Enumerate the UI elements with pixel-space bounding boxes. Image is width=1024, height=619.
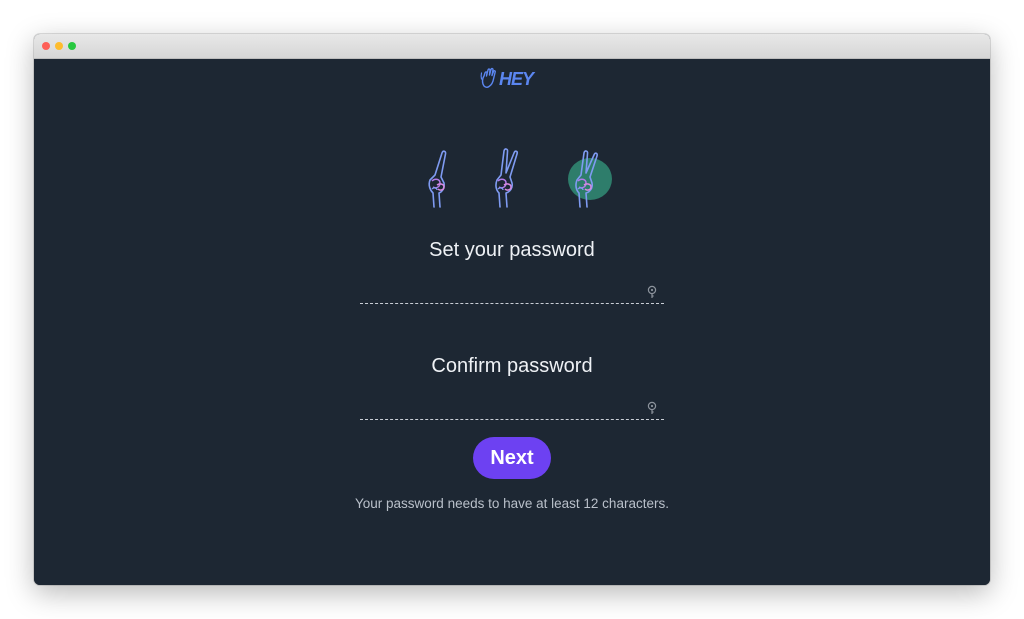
peace-hand-icon [428, 150, 447, 208]
password-input[interactable] [360, 281, 644, 305]
peace-hand-icon [568, 150, 612, 208]
confirm-password-input[interactable] [360, 397, 644, 421]
key-icon[interactable] [646, 401, 658, 415]
app-window: HEY Set your password Confirm password N… [34, 34, 990, 585]
key-icon[interactable] [646, 285, 658, 299]
zoom-window-button[interactable] [68, 42, 76, 50]
next-button[interactable]: Next [473, 437, 551, 479]
confirm-password-field [360, 397, 664, 421]
title-bar [34, 34, 990, 59]
logo-text: HEY [499, 69, 534, 89]
close-window-button[interactable] [42, 42, 50, 50]
step-progress [420, 147, 620, 211]
password-label: Set your password [429, 239, 595, 261]
waving-hand-icon [480, 67, 496, 88]
peace-hand-icon [495, 148, 518, 208]
signup-page: HEY Set your password Confirm password N… [34, 59, 990, 585]
password-field [360, 281, 664, 305]
password-hint: Your password needs to have at least 12 … [355, 496, 669, 511]
minimize-window-button[interactable] [55, 42, 63, 50]
hey-logo: HEY [480, 65, 540, 91]
confirm-password-label: Confirm password [431, 355, 593, 377]
